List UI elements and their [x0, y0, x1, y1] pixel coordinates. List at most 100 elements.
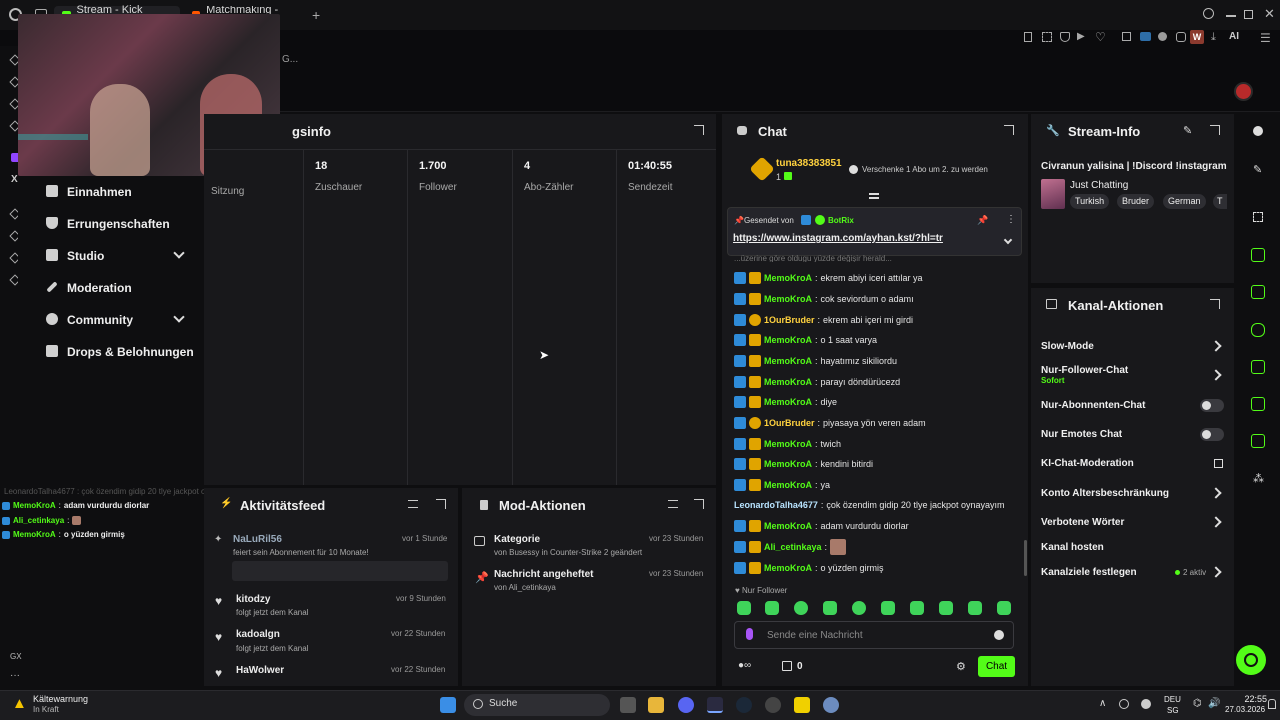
emote-icon[interactable]: [823, 601, 837, 615]
users-icon[interactable]: ⁂: [1253, 472, 1264, 485]
activity-user[interactable]: kadoalgn: [236, 629, 280, 640]
close-icon[interactable]: ✕: [1264, 6, 1275, 22]
emoji-icon[interactable]: [994, 630, 1004, 640]
bookmark-icon[interactable]: [1024, 32, 1032, 42]
heart-icon[interactable]: ♡: [1095, 30, 1106, 44]
pinned-link[interactable]: https://www.instagram.com/ayhan.kst/?hl=…: [733, 233, 943, 244]
emote-icon[interactable]: [910, 601, 924, 615]
download-icon[interactable]: ⤓: [1211, 31, 1216, 44]
more-icon[interactable]: ⋮: [1006, 214, 1016, 225]
sidebar-item-einnahmen[interactable]: Einnahmen: [67, 185, 132, 199]
sidebar-item-drops[interactable]: Drops & Belohnungen: [67, 345, 194, 359]
chat-scrollbar[interactable]: [1024, 540, 1027, 576]
steam-icon[interactable]: [736, 697, 752, 713]
lang-2[interactable]: SG: [1167, 706, 1179, 715]
ai-icon[interactable]: AI: [1229, 31, 1239, 42]
extension-icon[interactable]: [1158, 32, 1167, 41]
action-ki-moderation[interactable]: KI-Chat-Moderation: [1041, 458, 1134, 469]
emote-icon[interactable]: [737, 601, 751, 615]
chat-username[interactable]: 1OurBruder: [764, 418, 815, 428]
profile-w-icon[interactable]: W: [1190, 30, 1204, 44]
tag[interactable]: Bruder: [1117, 194, 1155, 209]
document-icon[interactable]: [1251, 285, 1265, 299]
tray-icon[interactable]: [1119, 699, 1129, 709]
sidebar-item-moderation[interactable]: Moderation: [67, 281, 132, 295]
emote-icon[interactable]: [794, 601, 808, 615]
action-slow-mode[interactable]: Slow-Mode: [1041, 341, 1094, 352]
chat-username[interactable]: Ali_cetinkaya: [764, 542, 822, 552]
taskbar-search[interactable]: [464, 694, 610, 716]
play-icon[interactable]: ▶: [1077, 31, 1085, 42]
puzzle-icon[interactable]: [1176, 32, 1186, 42]
activity-user[interactable]: kitodzy: [236, 594, 270, 605]
broadcast-icon[interactable]: [1251, 360, 1265, 374]
emote-icon[interactable]: [765, 601, 779, 615]
emotes-chat-toggle[interactable]: [1200, 428, 1224, 441]
notification-icon[interactable]: [1268, 699, 1276, 709]
chat-username[interactable]: MemoKroA: [764, 439, 812, 449]
sidebar-item-errungenschaften[interactable]: Errungenschaften: [67, 217, 170, 231]
network-icon[interactable]: ⌬: [1193, 698, 1202, 709]
expand-icon[interactable]: [694, 125, 704, 135]
scroll-down-icon[interactable]: [869, 193, 879, 199]
weather-title[interactable]: Kältewarnung: [33, 694, 88, 704]
lang-1[interactable]: DEU: [1164, 695, 1181, 704]
unpin-icon[interactable]: 📌: [977, 215, 988, 226]
tag[interactable]: Turkish: [1070, 194, 1110, 209]
gift-promo-text[interactable]: Verschenke 1 Abo um 2. zu werden: [862, 165, 988, 174]
extension-icon[interactable]: [1122, 32, 1131, 41]
clock-time[interactable]: 22:55: [1231, 694, 1267, 704]
app-icon[interactable]: [765, 697, 781, 713]
more-icon[interactable]: ···: [10, 670, 20, 681]
chat-username[interactable]: MemoKroA: [764, 459, 812, 469]
filter-icon[interactable]: [668, 500, 678, 508]
edit-icon[interactable]: ✎: [1253, 163, 1262, 176]
action-emotes-chat[interactable]: Nur Emotes Chat: [1041, 429, 1122, 440]
action-follower-chat[interactable]: Nur-Follower-Chat: [1041, 365, 1128, 376]
chat-username[interactable]: MemoKroA: [764, 294, 812, 304]
action-sub-chat[interactable]: Nur-Abonnenten-Chat: [1041, 400, 1145, 411]
wrench-icon[interactable]: [1251, 434, 1265, 448]
mic-icon[interactable]: [746, 628, 753, 640]
emote-icon[interactable]: [852, 601, 866, 615]
notes-icon[interactable]: [794, 697, 810, 713]
chat-username[interactable]: MemoKroA: [764, 356, 812, 366]
chat-username[interactable]: LeonardoTalha4677: [734, 500, 818, 510]
edit-icon[interactable]: ✎: [1183, 124, 1192, 137]
warning-icon[interactable]: ▲: [12, 695, 27, 712]
discord-icon[interactable]: [678, 697, 694, 713]
chat-icon[interactable]: [1251, 323, 1265, 337]
activity-user[interactable]: HaWolwer: [236, 665, 284, 676]
chat-username[interactable]: MemoKroA: [764, 480, 812, 490]
emote-icon[interactable]: [881, 601, 895, 615]
expand-icon[interactable]: [694, 499, 704, 509]
expand-icon[interactable]: [1210, 125, 1220, 135]
store-icon[interactable]: [782, 661, 792, 671]
new-tab-icon[interactable]: +: [312, 7, 320, 23]
menu-icon[interactable]: ☰: [1260, 31, 1271, 45]
expand-icon[interactable]: [1210, 299, 1220, 309]
panel-icon[interactable]: [1251, 397, 1265, 411]
settings-icon[interactable]: [823, 697, 839, 713]
gx-label[interactable]: GX: [10, 652, 22, 661]
extension-icon[interactable]: [1140, 32, 1151, 41]
chat-username[interactable]: MemoKroA: [764, 377, 812, 387]
expand-icon[interactable]: [436, 499, 446, 509]
chat-username[interactable]: 1OurBruder: [764, 315, 815, 325]
windows-start-icon[interactable]: [440, 697, 456, 713]
pinned-author[interactable]: BotRix: [828, 216, 854, 225]
emote-icon[interactable]: [968, 601, 982, 615]
screenshot-icon[interactable]: [1042, 32, 1052, 42]
chat-username[interactable]: MemoKroA: [764, 273, 812, 283]
search-icon[interactable]: [1203, 8, 1214, 19]
expand-icon[interactable]: [1004, 125, 1014, 135]
chat-username[interactable]: MemoKroA: [764, 563, 812, 573]
tray-icon[interactable]: [1141, 699, 1151, 709]
action-goals[interactable]: Kanalziele festlegen: [1041, 567, 1137, 578]
volume-icon[interactable]: 🔊: [1208, 698, 1220, 709]
external-link-icon[interactable]: [1214, 459, 1223, 468]
bolt-icon[interactable]: [1251, 248, 1265, 262]
sub-chat-toggle[interactable]: [1200, 399, 1224, 412]
action-host[interactable]: Kanal hosten: [1041, 542, 1104, 553]
user-avatar[interactable]: [1234, 82, 1253, 101]
